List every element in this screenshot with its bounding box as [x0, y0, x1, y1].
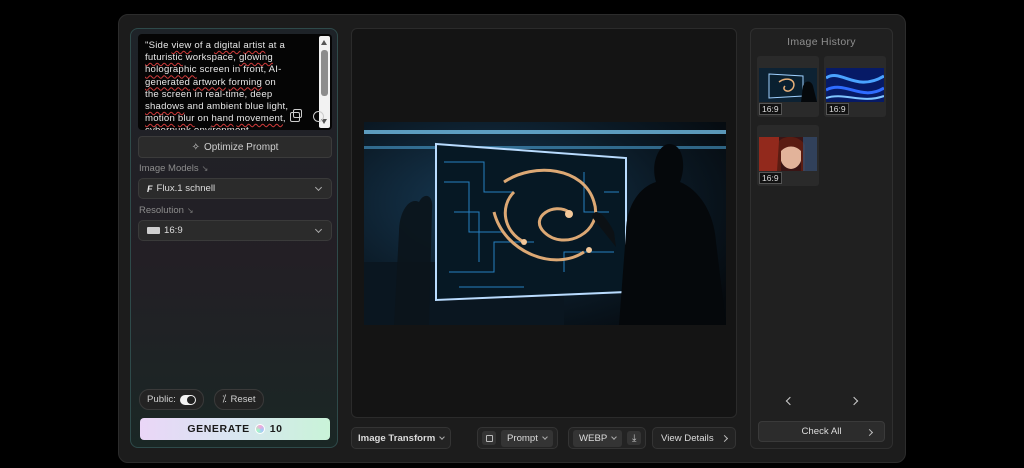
- history-thumbnail: [759, 68, 817, 102]
- prompt-line: the screen in real-time, deep: [145, 88, 273, 100]
- image-transform-label: Image Transform: [358, 432, 436, 444]
- optimize-prompt-label: Optimize Prompt: [203, 141, 279, 153]
- check-all-label: Check All: [801, 426, 842, 437]
- history-item[interactable]: 16:9: [757, 125, 819, 186]
- prompt-line: cyberpunk environment: [145, 125, 317, 130]
- generate-button[interactable]: GENERATE 10: [140, 418, 330, 440]
- copy-prompt-icon[interactable]: [290, 109, 302, 122]
- help-icon: ↘: [186, 206, 194, 215]
- reset-icon: ⁒: [222, 394, 227, 405]
- generated-image[interactable]: [364, 122, 726, 325]
- image-transform-dropdown[interactable]: Image Transform: [351, 427, 452, 449]
- check-all-button[interactable]: Check All: [758, 421, 885, 442]
- chevron-down-icon: [611, 433, 618, 440]
- image-history-title: Image History: [787, 36, 856, 48]
- format-dropdown[interactable]: WEBP: [573, 429, 623, 447]
- history-ratio-badge: 16:9: [759, 103, 782, 115]
- chevron-down-icon: [314, 183, 323, 192]
- history-ratio-badge: 16:9: [759, 172, 782, 184]
- resolution-select[interactable]: 16:9: [138, 220, 332, 241]
- generate-credits: 10: [269, 423, 283, 435]
- prompt-line: generated artwork forming on: [145, 76, 276, 88]
- history-item[interactable]: 16:9: [757, 56, 819, 117]
- prompt-line: "Side view of a digital artist at a: [145, 40, 286, 51]
- credits-icon: [254, 424, 265, 434]
- history-item[interactable]: 16:9: [824, 56, 886, 117]
- generate-label: GENERATE: [187, 423, 250, 435]
- sparkle-icon: ✧: [191, 141, 200, 153]
- resolution-label: Resolution ↘: [139, 205, 194, 216]
- image-models-label: Image Models ↘: [139, 163, 209, 174]
- history-thumbnail: [826, 68, 884, 102]
- info-icon[interactable]: [313, 111, 324, 122]
- flux-logo-icon: F: [147, 183, 153, 194]
- chevron-down-icon: [314, 225, 323, 234]
- prompt-line: holographic screen in front, AI-: [145, 64, 282, 76]
- chevron-right-icon: [720, 434, 728, 442]
- scroll-up-icon[interactable]: [321, 40, 327, 45]
- image-model-select[interactable]: F Flux.1 schnell: [138, 178, 332, 199]
- image-model-value: Flux.1 schnell: [156, 183, 216, 194]
- public-toggle[interactable]: [179, 394, 196, 405]
- chevron-right-icon: [865, 428, 874, 437]
- prompt-line: futuristic workspace, glowing: [145, 52, 273, 64]
- public-label: Public:: [147, 394, 176, 405]
- format-tools: WEBP ⤓: [568, 427, 647, 449]
- resolution-value: 16:9: [164, 225, 183, 236]
- public-toggle-group[interactable]: Public:: [139, 389, 204, 410]
- scroll-thumb[interactable]: [321, 50, 328, 96]
- format-label: WEBP: [579, 432, 608, 444]
- prompt-tools: Prompt: [477, 427, 558, 449]
- view-details-button[interactable]: View Details: [652, 427, 736, 449]
- download-icon[interactable]: ⤓: [627, 431, 642, 445]
- prompt-dropdown-label: Prompt: [507, 432, 538, 444]
- prompt-dropdown[interactable]: Prompt: [501, 429, 553, 447]
- prompt-textarea[interactable]: "Side view of a digital artist at a futur…: [138, 34, 332, 130]
- help-icon: ↘: [201, 164, 209, 173]
- chevron-down-icon: [439, 433, 446, 440]
- aspect-ratio-icon: [147, 227, 160, 234]
- optimize-prompt-button[interactable]: ✧ Optimize Prompt: [138, 136, 332, 158]
- reset-label: Reset: [230, 394, 256, 405]
- history-ratio-badge: 16:9: [826, 103, 849, 115]
- history-thumbnail: [759, 137, 817, 171]
- view-details-label: View Details: [661, 432, 714, 444]
- reset-button[interactable]: ⁒ Reset: [214, 389, 264, 410]
- chevron-down-icon: [542, 433, 548, 440]
- copy-icon[interactable]: [482, 431, 496, 445]
